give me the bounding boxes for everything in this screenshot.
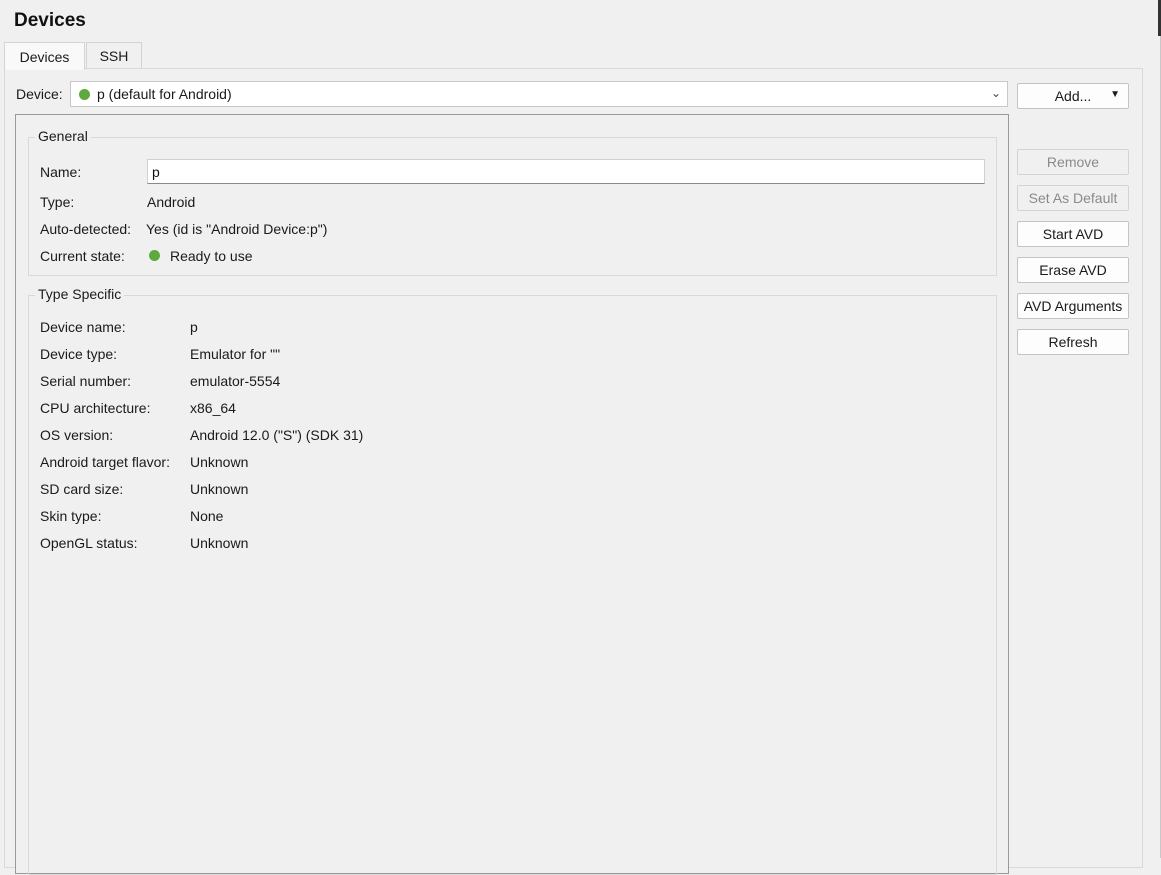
- device-name-label: Device name:: [40, 319, 126, 335]
- set-as-default-button[interactable]: Set As Default: [1017, 185, 1129, 211]
- chevron-down-icon: ⌄: [990, 86, 1001, 100]
- opengl-status-label: OpenGL status:: [40, 535, 138, 551]
- os-version-value: Android 12.0 ("S") (SDK 31): [190, 427, 364, 443]
- add-button[interactable]: Add... ▼: [1017, 83, 1129, 109]
- current-state-label: Current state:: [40, 248, 125, 264]
- skin-type-value: None: [190, 508, 224, 524]
- tab-devices[interactable]: Devices: [4, 42, 85, 70]
- auto-detected-value: Yes (id is "Android Device:p"): [146, 221, 328, 237]
- cpu-architecture-label: CPU architecture:: [40, 400, 151, 416]
- avd-arguments-button[interactable]: AVD Arguments: [1017, 293, 1129, 319]
- serial-number-value: emulator-5554: [190, 373, 281, 389]
- android-target-flavor-value: Unknown: [190, 454, 249, 470]
- type-specific-group-title: Type Specific: [35, 286, 125, 302]
- refresh-button[interactable]: Refresh: [1017, 329, 1129, 355]
- add-button-label: Add...: [1054, 88, 1092, 104]
- device-type-label: Device type:: [40, 346, 118, 362]
- device-label: Device:: [16, 86, 63, 102]
- opengl-status-value: Unknown: [190, 535, 249, 551]
- serial-number-label: Serial number:: [40, 373, 132, 389]
- remove-button[interactable]: Remove: [1017, 149, 1129, 175]
- device-dropdown[interactable]: p (default for Android) ⌄: [70, 81, 1008, 107]
- sd-card-size-value: Unknown: [190, 481, 249, 497]
- erase-avd-button[interactable]: Erase AVD: [1017, 257, 1129, 283]
- name-input[interactable]: [147, 159, 985, 184]
- dropdown-arrow-icon: ▼: [1110, 89, 1120, 100]
- device-name-value: p: [190, 319, 198, 335]
- ready-status-icon: [149, 250, 160, 261]
- status-dot-icon: [79, 88, 90, 100]
- tab-ssh[interactable]: SSH: [86, 42, 142, 69]
- device-type-value: Emulator for "": [190, 346, 281, 362]
- current-state-value: Ready to use: [170, 248, 253, 264]
- cpu-architecture-value: x86_64: [190, 400, 236, 416]
- general-group-title: General: [35, 128, 91, 144]
- device-dropdown-value: p (default for Android): [97, 86, 232, 102]
- sd-card-size-label: SD card size:: [40, 481, 124, 497]
- name-label: Name:: [40, 164, 82, 180]
- start-avd-button[interactable]: Start AVD: [1017, 221, 1129, 247]
- type-label: Type:: [40, 194, 75, 210]
- type-specific-group: Type Specific: [28, 286, 997, 875]
- skin-type-label: Skin type:: [40, 508, 102, 524]
- os-version-label: OS version:: [40, 427, 114, 443]
- android-target-flavor-label: Android target flavor:: [40, 454, 170, 470]
- auto-detected-label: Auto-detected:: [40, 221, 132, 237]
- type-value: Android: [147, 194, 196, 210]
- page-title: Devices: [14, 10, 86, 31]
